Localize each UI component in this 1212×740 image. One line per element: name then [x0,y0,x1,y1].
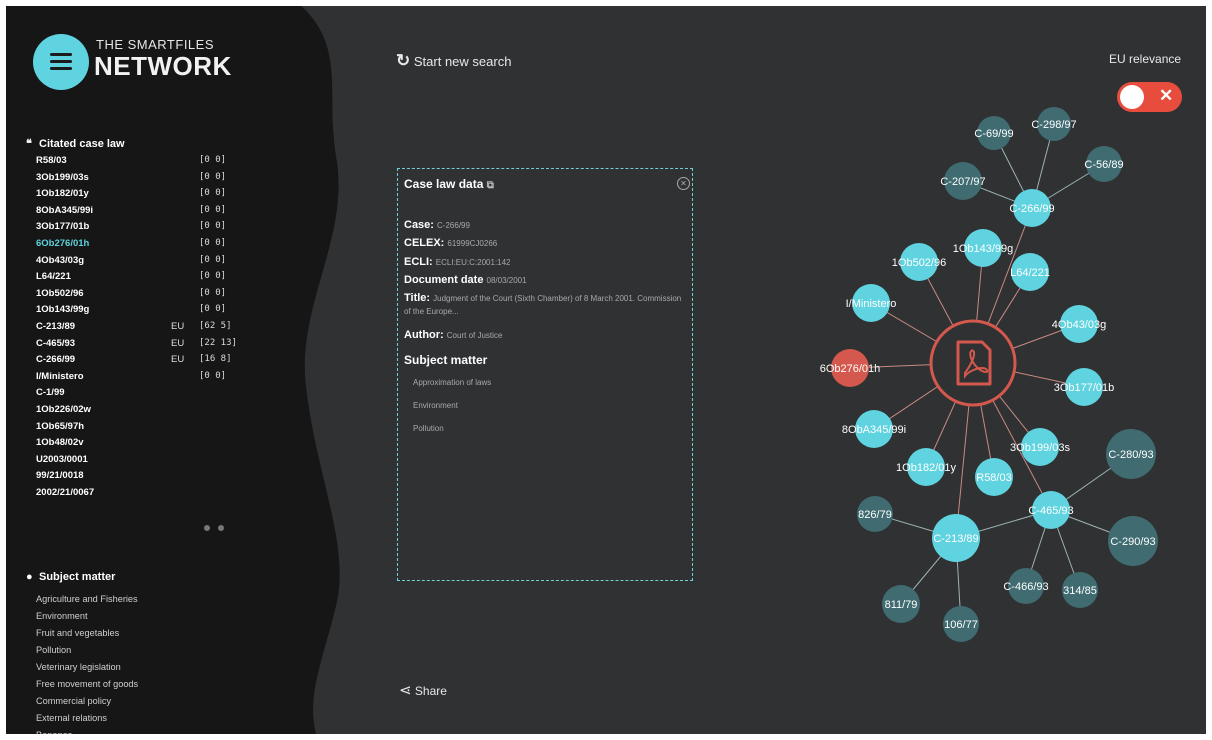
node-label: 8ObA345/99i [842,424,906,436]
node-label: C-466/93 [1003,581,1048,593]
graph-node[interactable]: 811/79 [882,585,920,623]
node-label: 811/79 [885,599,918,611]
center-document-node[interactable] [929,319,1017,407]
app-window: THE SMARTFILES NETWORK ❝ Citated case law… [6,6,1206,734]
graph-node[interactable]: C-298/97 [1031,107,1077,141]
graph-node[interactable]: 1Ob502/96 [892,243,946,281]
node-label: C-266/99 [1009,203,1054,215]
graph-node[interactable]: C-207/97 [940,162,986,200]
graph-node[interactable]: C-466/93 [1003,568,1049,604]
graph-node[interactable]: 1Ob143/99g [953,229,1014,267]
node-label: C-213/89 [933,533,978,545]
node-label: L64/221 [1010,267,1050,279]
node-label: 3Ob177/01b [1054,382,1115,394]
node-label: 1Ob502/96 [892,257,946,269]
graph-node[interactable]: C-213/89 [932,514,980,562]
node-label: C-56/89 [1084,159,1123,171]
node-label: 3Ob199/03s [1010,442,1070,454]
node-label: 826/79 [858,509,892,521]
graph-node[interactable]: 1Ob182/01y [896,448,956,486]
graph-node[interactable]: C-69/99 [974,116,1014,150]
graph-node[interactable]: 3Ob177/01b [1054,368,1115,406]
node-label: 1Ob182/01y [896,462,956,474]
graph-node[interactable]: C-280/93 [1106,429,1156,479]
node-label: C-298/97 [1031,119,1076,131]
node-label: 1Ob143/99g [953,243,1014,255]
node-label: I/Ministero [846,298,897,310]
node-label: 4Ob43/03g [1052,319,1106,331]
node-label: C-69/99 [974,128,1013,140]
node-label: 106/77 [944,619,978,631]
node-label: C-207/97 [940,176,985,188]
graph-node[interactable]: 4Ob43/03g [1052,305,1106,343]
node-label: 6Ob276/01h [820,363,881,375]
graph-node[interactable]: C-56/89 [1084,146,1124,182]
graph-node[interactable]: L64/221 [1010,253,1050,291]
graph-node[interactable]: C-465/93 [1028,491,1074,529]
graph-node[interactable]: 8ObA345/99i [842,410,906,448]
node-label: C-290/93 [1110,536,1155,548]
graph-node[interactable]: I/Ministero [846,284,897,322]
graph-node[interactable]: 3Ob199/03s [1010,428,1070,466]
graph-node[interactable]: 314/85 [1062,572,1098,608]
graph-node[interactable]: C-266/99 [1009,189,1055,227]
node-label: 314/85 [1063,585,1097,597]
graph-node[interactable]: 106/77 [943,606,979,642]
graph-node[interactable]: 6Ob276/01h [820,349,881,387]
node-label: C-465/93 [1028,505,1073,517]
case-network-graph: C-69/99 C-298/97 C-56/89 C-207/97 C-266/99 1O… [820,107,1158,642]
node-label: C-280/93 [1108,449,1153,461]
graph-node[interactable]: R58/03 [975,458,1013,496]
graph-node[interactable]: C-290/93 [1108,516,1158,566]
graph-node[interactable]: 826/79 [857,496,893,532]
node-label: R58/03 [976,472,1011,484]
